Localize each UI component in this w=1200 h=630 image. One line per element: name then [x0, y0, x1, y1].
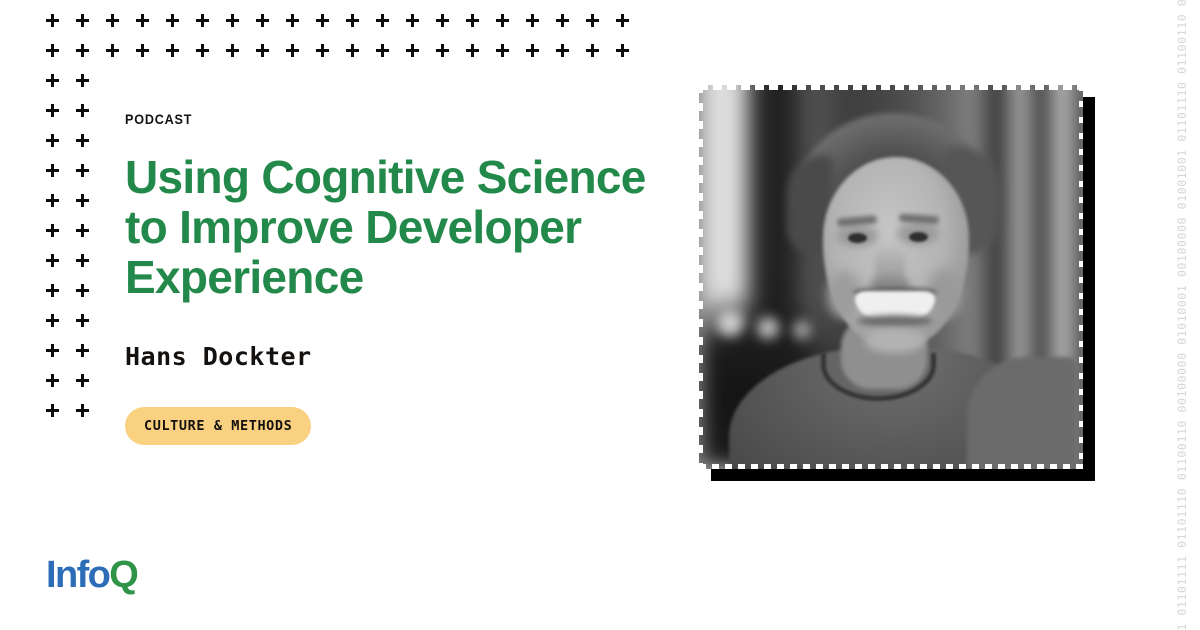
plus-mark: [76, 344, 89, 357]
plus-mark: [496, 14, 509, 27]
plus-mark: [76, 374, 89, 387]
plus-mark: [76, 164, 89, 177]
portrait-chin: [865, 329, 925, 353]
plus-mark: [76, 14, 89, 27]
plus-mark: [526, 44, 539, 57]
plus-mark: [46, 134, 59, 147]
page-title: Using Cognitive Science to Improve Devel…: [125, 151, 646, 303]
plus-mark: [256, 44, 269, 57]
plus-mark: [286, 14, 299, 27]
plus-mark: [46, 194, 59, 207]
photo-frame: [699, 85, 1083, 469]
binary-decoration: 01000011 01101111 01101110 01100110 0010…: [1166, 0, 1200, 630]
plus-mark: [46, 314, 59, 327]
logo-info-text: Info: [46, 554, 111, 596]
content-column: PODCAST Using Cognitive Science to Impro…: [125, 112, 695, 445]
portrait-image: [699, 85, 1083, 469]
plus-mark: [46, 104, 59, 117]
plus-mark: [346, 44, 359, 57]
plus-mark: [496, 44, 509, 57]
plus-mark: [76, 74, 89, 87]
plus-mark: [76, 224, 89, 237]
plus-mark: [376, 14, 389, 27]
plus-mark: [406, 44, 419, 57]
plus-mark: [166, 14, 179, 27]
portrait-eye: [848, 233, 867, 243]
portrait-eye: [909, 232, 928, 242]
plus-mark: [76, 104, 89, 117]
plus-mark: [286, 44, 299, 57]
plus-mark: [46, 164, 59, 177]
plus-mark: [556, 14, 569, 27]
plus-mark: [76, 254, 89, 267]
plus-mark: [256, 14, 269, 27]
plus-mark: [136, 44, 149, 57]
plus-mark: [226, 44, 239, 57]
social-card: PODCAST Using Cognitive Science to Impro…: [0, 0, 1200, 630]
author-name: Hans Dockter: [125, 342, 312, 371]
plus-mark: [46, 254, 59, 267]
plus-mark: [106, 14, 119, 27]
plus-mark: [76, 194, 89, 207]
plus-mark: [46, 14, 59, 27]
plus-mark: [76, 404, 89, 417]
plus-mark: [466, 44, 479, 57]
plus-mark: [196, 14, 209, 27]
plus-mark: [46, 344, 59, 357]
plus-mark: [76, 314, 89, 327]
plus-mark: [376, 44, 389, 57]
portrait-lower-lip: [857, 315, 933, 327]
plus-mark: [106, 44, 119, 57]
plus-mark: [346, 14, 359, 27]
photo-background-bokeh: [717, 310, 743, 336]
portrait-shoulder: [967, 357, 1077, 469]
plus-mark: [166, 44, 179, 57]
plus-mark: [406, 14, 419, 27]
logo-q-text: Q: [109, 554, 139, 596]
plus-mark: [436, 14, 449, 27]
infoq-logo: InfoQ: [46, 554, 139, 596]
plus-mark: [136, 14, 149, 27]
plus-mark: [46, 74, 59, 87]
guest-photo: [699, 85, 1095, 481]
photo-background-bokeh: [757, 317, 779, 339]
plus-mark: [76, 134, 89, 147]
plus-mark: [46, 284, 59, 297]
plus-mark: [316, 44, 329, 57]
plus-mark: [226, 14, 239, 27]
plus-mark: [436, 44, 449, 57]
tag-list: CULTURE & METHODS: [125, 407, 695, 445]
plus-mark: [46, 374, 59, 387]
plus-mark: [466, 14, 479, 27]
plus-mark: [76, 284, 89, 297]
plus-mark: [316, 14, 329, 27]
photo-background-bokeh: [793, 321, 811, 339]
plus-mark: [616, 14, 629, 27]
plus-mark: [46, 224, 59, 237]
plus-mark: [46, 404, 59, 417]
plus-mark: [556, 44, 569, 57]
content-type-label: PODCAST: [125, 111, 193, 127]
binary-text: 01000011 01101111 01101110 01100110 0010…: [1175, 0, 1190, 630]
plus-mark: [46, 44, 59, 57]
plus-mark: [586, 44, 599, 57]
plus-mark: [586, 14, 599, 27]
plus-mark: [196, 44, 209, 57]
plus-mark: [616, 44, 629, 57]
topic-tag[interactable]: CULTURE & METHODS: [125, 407, 312, 445]
plus-mark: [526, 14, 539, 27]
plus-mark: [76, 44, 89, 57]
